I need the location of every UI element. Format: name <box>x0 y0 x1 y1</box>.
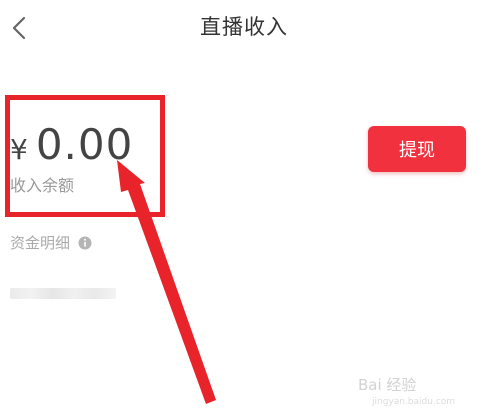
blurred-content <box>10 288 116 299</box>
funds-details-link[interactable]: 资金明细 <box>10 232 92 253</box>
page-title: 直播收入 <box>200 15 288 39</box>
annotation-highlight-box <box>5 95 165 217</box>
watermark-subtext: jingyan.baidu.com <box>372 397 456 407</box>
withdraw-button[interactable]: 提现 <box>368 126 466 172</box>
live-income-page: 直播收入 ¥ 0.00 收入余额 提现 资金明细 Bai 经验 jingyan.… <box>0 0 488 416</box>
info-icon[interactable] <box>78 236 92 250</box>
watermark-text: Bai 经验 <box>358 376 417 394</box>
funds-details-label: 资金明细 <box>10 234 71 252</box>
